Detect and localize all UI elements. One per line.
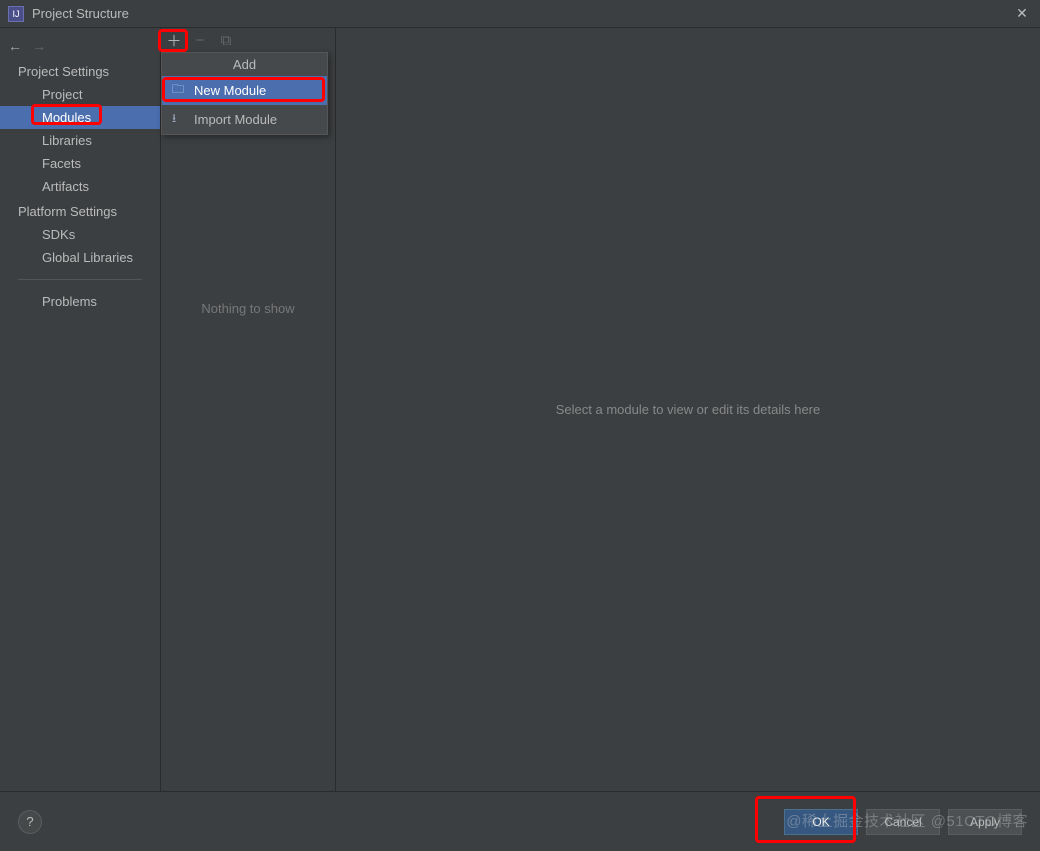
add-popup-header: Add <box>162 53 327 76</box>
popup-item-import-module[interactable]: ⭳ Import Module <box>162 105 327 134</box>
popup-item-new-module[interactable]: 🗀 New Module <box>162 76 327 105</box>
apply-button[interactable]: Apply <box>948 809 1022 835</box>
sidebar-item-global-libraries[interactable]: Global Libraries <box>0 246 160 269</box>
back-icon[interactable]: ← <box>8 38 22 54</box>
module-list-column: ＋ − ⧉ Nothing to show <box>161 28 336 791</box>
folder-icon: 🗀 <box>172 80 186 101</box>
cancel-button[interactable]: Cancel <box>866 809 940 835</box>
sidebar-divider <box>18 279 142 280</box>
module-toolbar: ＋ − ⧉ <box>161 28 335 53</box>
remove-icon: − <box>191 32 209 50</box>
body-area: ← → Project Settings Project Modules Lib… <box>0 28 1040 791</box>
import-icon: ⭳ <box>172 109 186 130</box>
close-icon[interactable]: ✕ <box>1012 5 1032 22</box>
sidebar-item-artifacts[interactable]: Artifacts <box>0 175 160 198</box>
ok-button[interactable]: OK <box>784 809 858 835</box>
detail-pane: Select a module to view or edit its deta… <box>336 28 1040 791</box>
detail-placeholder: Select a module to view or edit its deta… <box>556 402 820 417</box>
nav-arrows: ← → <box>0 34 160 58</box>
titlebar: IJ Project Structure ✕ <box>0 0 1040 28</box>
sidebar-item-project[interactable]: Project <box>0 83 160 106</box>
forward-icon: → <box>32 38 46 54</box>
add-icon[interactable]: ＋ <box>165 32 183 50</box>
sidebar: ← → Project Settings Project Modules Lib… <box>0 28 161 791</box>
module-list-empty: Nothing to show <box>161 301 335 316</box>
sidebar-item-modules[interactable]: Modules <box>0 106 160 129</box>
sidebar-item-libraries[interactable]: Libraries <box>0 129 160 152</box>
window-title: Project Structure <box>32 6 1012 21</box>
app-icon: IJ <box>8 6 24 22</box>
sidebar-item-problems[interactable]: Problems <box>0 290 160 313</box>
help-button[interactable]: ? <box>18 810 42 834</box>
sidebar-item-facets[interactable]: Facets <box>0 152 160 175</box>
popup-item-label: New Module <box>194 83 266 98</box>
dialog-footer: ? OK Cancel Apply <box>0 791 1040 851</box>
section-project-settings: Project Settings <box>0 58 160 83</box>
sidebar-item-sdks[interactable]: SDKs <box>0 223 160 246</box>
section-platform-settings: Platform Settings <box>0 198 160 223</box>
add-popup: Add 🗀 New Module ⭳ Import Module <box>161 52 328 135</box>
copy-icon: ⧉ <box>217 32 235 50</box>
popup-item-label: Import Module <box>194 112 277 127</box>
